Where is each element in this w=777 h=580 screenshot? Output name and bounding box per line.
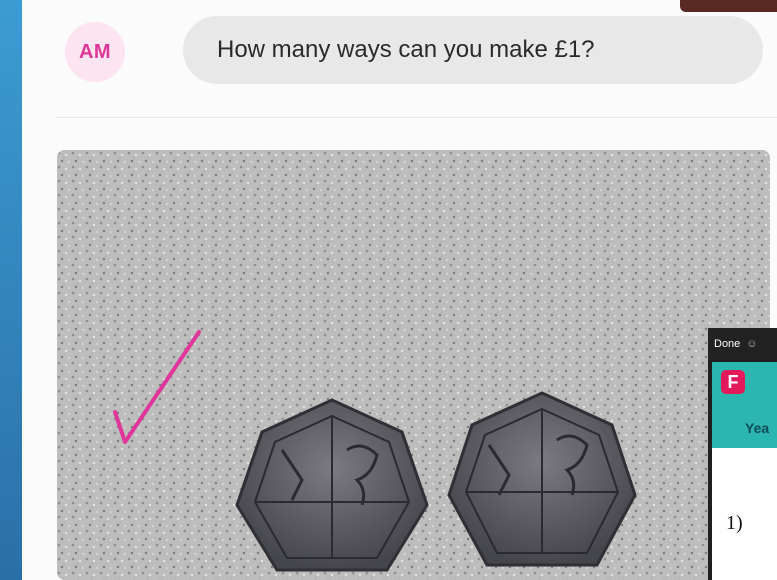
done-button[interactable]: Done	[714, 338, 740, 350]
worksheet-badge: F	[721, 370, 745, 394]
avatar-initials: AM	[78, 40, 112, 63]
shared-photo[interactable]	[57, 150, 770, 580]
question-number: 1)	[726, 512, 743, 534]
worksheet-header: F Yea	[712, 362, 777, 448]
people-icon[interactable]: ☺	[746, 338, 757, 350]
top-right-corner-image	[680, 0, 777, 12]
avatar[interactable]: AM	[65, 22, 125, 82]
badge-letter: F	[727, 371, 739, 392]
slide-background	[0, 0, 22, 580]
photo-scene	[57, 150, 770, 580]
divider	[55, 117, 777, 118]
message-text: How many ways can you make £1?	[217, 36, 595, 63]
inset-phone-screenshot: Done ☺ F Yea 1)	[708, 328, 777, 580]
message-bubble: How many ways can you make £1?	[183, 16, 763, 84]
worksheet-page: F Yea 1)	[712, 362, 777, 580]
year-label: Yea	[745, 420, 770, 436]
inset-toolbar: Done ☺	[708, 328, 777, 360]
